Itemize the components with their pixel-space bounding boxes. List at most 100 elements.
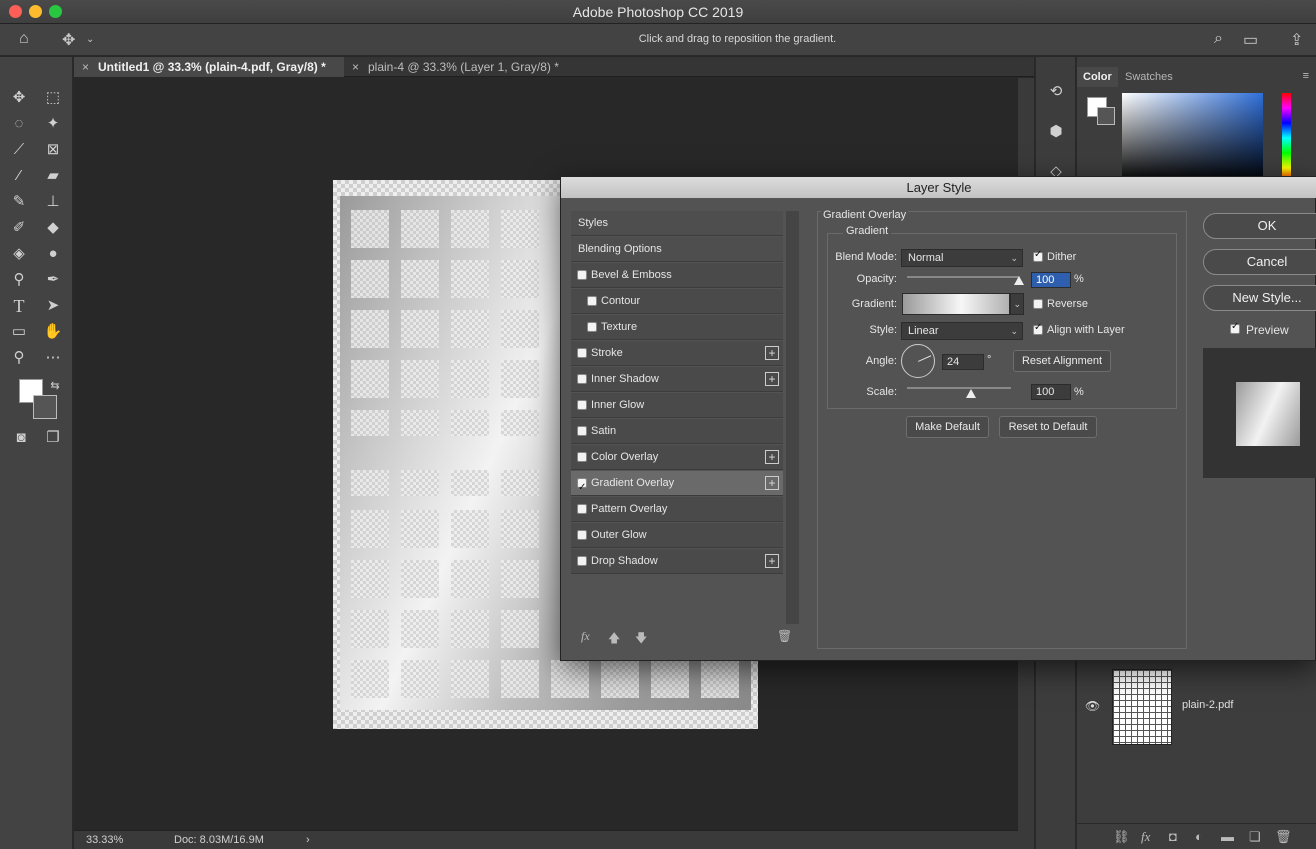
style-item-inner-shadow[interactable]: Inner Shadow + bbox=[571, 367, 783, 392]
style-select[interactable]: Linear ⌄ bbox=[901, 322, 1023, 340]
reset-alignment-button[interactable]: Reset Alignment bbox=[1013, 350, 1111, 372]
style-item-pattern-overlay[interactable]: Pattern Overlay bbox=[571, 497, 783, 522]
style-checkbox[interactable] bbox=[577, 348, 587, 358]
tab-color[interactable]: Color bbox=[1077, 67, 1118, 87]
trash-icon[interactable]: 🗑 bbox=[777, 629, 792, 643]
share-icon[interactable]: ⇪ bbox=[1290, 30, 1303, 50]
move-down-icon[interactable]: 🡇 bbox=[635, 629, 647, 650]
style-checkbox[interactable] bbox=[577, 530, 587, 540]
eraser-icon[interactable]: ◆ bbox=[42, 217, 64, 239]
tab-untitled1[interactable]: × Untitled1 @ 33.3% (plain-4.pdf, Gray/8… bbox=[74, 57, 344, 77]
chevron-right-icon[interactable]: › bbox=[306, 834, 310, 846]
folder-icon[interactable]: ▬ bbox=[1221, 829, 1234, 844]
quick-mask-icon[interactable]: ◙ bbox=[10, 427, 32, 449]
home-icon[interactable]: ⌂ bbox=[19, 30, 29, 48]
make-default-button[interactable]: Make Default bbox=[906, 416, 989, 438]
style-checkbox[interactable] bbox=[577, 374, 587, 384]
style-item-stroke[interactable]: Stroke + bbox=[571, 341, 783, 366]
opacity-slider[interactable] bbox=[907, 276, 1019, 278]
trash-icon[interactable]: 🗑 bbox=[1275, 829, 1292, 845]
path-selection-icon[interactable]: ➤ bbox=[42, 295, 64, 317]
search-icon[interactable]: ⌕ bbox=[1214, 30, 1223, 48]
blur-tool-icon[interactable]: ● bbox=[42, 243, 64, 265]
style-checkbox[interactable] bbox=[577, 475, 587, 500]
ok-button[interactable]: OK bbox=[1203, 213, 1316, 239]
style-item-inner-glow[interactable]: Inner Glow bbox=[571, 393, 783, 418]
scale-slider[interactable] bbox=[907, 387, 1011, 389]
screen-mode-icon[interactable]: ❐ bbox=[42, 427, 64, 449]
dither-checkbox[interactable] bbox=[1033, 249, 1043, 262]
move-up-icon[interactable]: 🡅 bbox=[608, 629, 620, 650]
style-checkbox[interactable] bbox=[587, 322, 597, 332]
move-tool-icon[interactable]: ✥ bbox=[62, 30, 75, 50]
style-checkbox[interactable] bbox=[587, 296, 597, 306]
style-item-styles[interactable]: Styles bbox=[571, 211, 783, 236]
reverse-checkbox[interactable] bbox=[1033, 299, 1043, 309]
tab-plain-4[interactable]: × plain-4 @ 33.3% (Layer 1, Gray/8) * bbox=[344, 57, 584, 77]
close-icon[interactable]: × bbox=[352, 57, 359, 77]
blend-mode-select[interactable]: Normal ⌄ bbox=[901, 249, 1023, 267]
more-tools-icon[interactable]: ⋯ bbox=[42, 347, 64, 369]
add-icon[interactable]: + bbox=[765, 450, 779, 464]
dodge-tool-icon[interactable]: ⚲ bbox=[8, 269, 30, 291]
swap-colors-icon[interactable]: ⇆ bbox=[44, 375, 66, 397]
clone-stamp-icon[interactable]: ⊥ bbox=[42, 191, 64, 213]
style-item-gradient-overlay[interactable]: Gradient Overlay + bbox=[571, 471, 783, 500]
layer-row[interactable]: 👁 plain-2.pdf bbox=[1077, 667, 1316, 747]
color-picker-field[interactable] bbox=[1122, 93, 1263, 183]
move-tool-icon[interactable]: ✥ bbox=[8, 87, 30, 109]
style-checkbox[interactable] bbox=[577, 270, 587, 280]
eyedropper-icon[interactable]: ⁄ bbox=[8, 165, 30, 187]
align-with-layer-checkbox[interactable] bbox=[1033, 322, 1043, 335]
gradient-dropdown[interactable]: ⌄ bbox=[1010, 293, 1024, 315]
zoom-tool-icon[interactable]: ⚲ bbox=[8, 347, 30, 369]
style-item-bevel-emboss[interactable]: Bevel & Emboss bbox=[571, 263, 783, 288]
marquee-tool-icon[interactable]: ⬚ bbox=[42, 87, 64, 109]
reset-to-default-button[interactable]: Reset to Default bbox=[999, 416, 1097, 438]
color-panel-background[interactable] bbox=[1097, 107, 1115, 125]
angle-dial[interactable] bbox=[901, 344, 935, 378]
fx-icon[interactable]: fx bbox=[1141, 829, 1150, 845]
style-item-outer-glow[interactable]: Outer Glow bbox=[571, 523, 783, 548]
hand-tool-icon[interactable]: ✋ bbox=[42, 321, 64, 343]
type-tool-icon[interactable]: T bbox=[8, 295, 30, 317]
style-checkbox[interactable] bbox=[577, 504, 587, 514]
add-icon[interactable]: + bbox=[765, 554, 779, 568]
link-icon[interactable]: ⛓ bbox=[1113, 829, 1130, 845]
style-checkbox[interactable] bbox=[577, 400, 587, 410]
style-item-color-overlay[interactable]: Color Overlay + bbox=[571, 445, 783, 470]
pen-tool-icon[interactable]: ✒ bbox=[42, 269, 64, 291]
mask-icon[interactable]: ◘ bbox=[1169, 829, 1177, 844]
style-checkbox[interactable] bbox=[577, 426, 587, 436]
scale-input[interactable]: 100 bbox=[1031, 384, 1071, 400]
style-checkbox[interactable] bbox=[577, 452, 587, 462]
style-item-satin[interactable]: Satin bbox=[571, 419, 783, 444]
opacity-input[interactable]: 100 bbox=[1031, 272, 1071, 288]
crop-tool-icon[interactable]: ⟋ bbox=[8, 139, 30, 161]
style-item-texture[interactable]: Texture bbox=[571, 315, 783, 340]
workspace-icon[interactable]: ▭ bbox=[1243, 30, 1258, 50]
fx-icon[interactable]: fx bbox=[581, 629, 590, 644]
add-icon[interactable]: + bbox=[765, 372, 779, 386]
magic-wand-icon[interactable]: ✦ bbox=[42, 113, 64, 135]
style-item-contour[interactable]: Contour bbox=[571, 289, 783, 314]
styles-scrollbar[interactable] bbox=[786, 211, 799, 624]
tab-swatches[interactable]: Swatches bbox=[1119, 67, 1179, 87]
new-style-button[interactable]: New Style... bbox=[1203, 285, 1316, 311]
history-brush-icon[interactable]: ✐ bbox=[8, 217, 30, 239]
hue-slider[interactable] bbox=[1282, 93, 1291, 183]
gradient-picker[interactable] bbox=[902, 293, 1010, 315]
style-item-blending-options[interactable]: Blending Options bbox=[571, 237, 783, 262]
lasso-tool-icon[interactable]: ◌ bbox=[8, 113, 30, 135]
style-checkbox[interactable] bbox=[577, 556, 587, 566]
scale-slider-thumb[interactable] bbox=[966, 389, 976, 398]
eye-icon[interactable]: 👁 bbox=[1085, 699, 1100, 713]
3d-panel-icon[interactable]: ⬢ bbox=[1045, 121, 1067, 143]
angle-input[interactable]: 24 bbox=[942, 354, 984, 370]
add-icon[interactable]: + bbox=[765, 346, 779, 360]
new-layer-icon[interactable]: ❏ bbox=[1249, 829, 1261, 845]
close-icon[interactable]: × bbox=[82, 57, 89, 77]
healing-brush-icon[interactable]: ▰ bbox=[42, 165, 64, 187]
style-item-drop-shadow[interactable]: Drop Shadow + bbox=[571, 549, 783, 574]
rectangle-tool-icon[interactable]: ▭ bbox=[8, 321, 30, 343]
